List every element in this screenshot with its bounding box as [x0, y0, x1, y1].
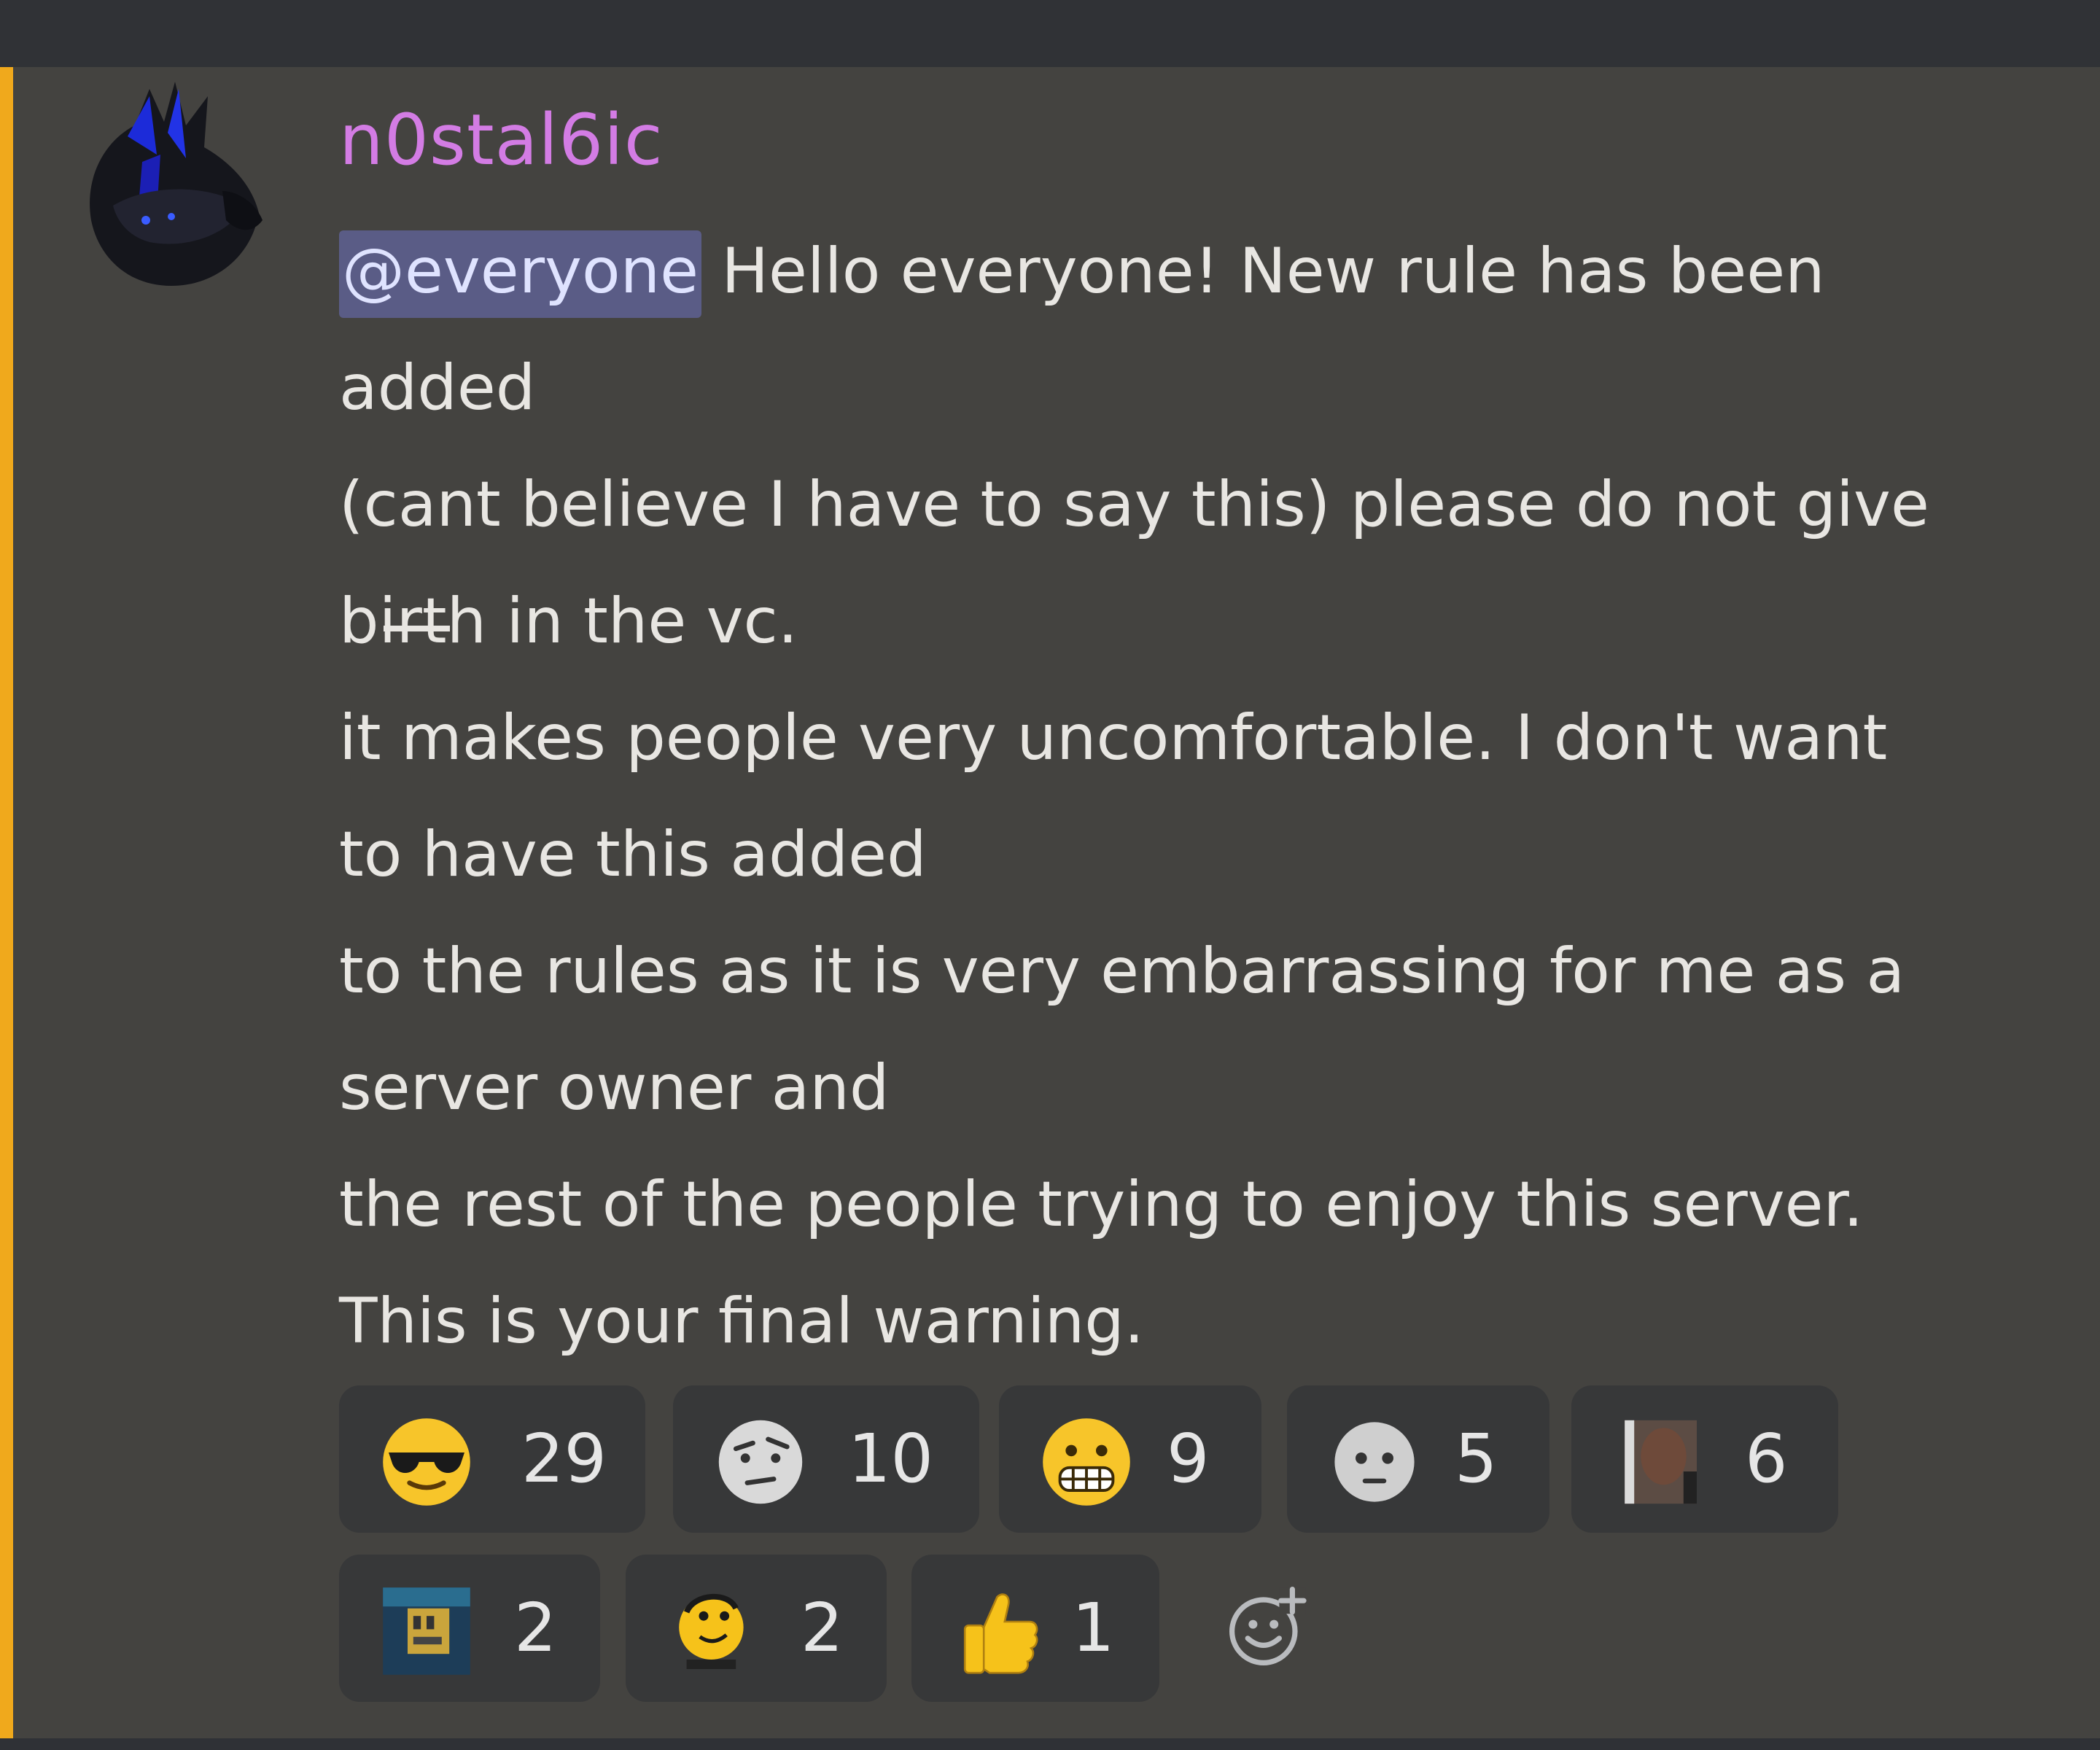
message-line-birth: birth in the vc.	[339, 563, 2060, 680]
top-bar	[0, 0, 2100, 67]
reaction-count: 5	[1455, 1420, 1498, 1498]
reaction-custom-image[interactable]: 2	[339, 1555, 600, 1702]
reaction-thumbs-up[interactable]: 1	[911, 1555, 1159, 1702]
everyone-mention[interactable]: @everyone	[339, 230, 701, 318]
photo-face-custom-icon	[1625, 1420, 1697, 1504]
reaction-custom-yellow[interactable]: 2	[626, 1555, 887, 1702]
message-content: @everyone Hello everyone! New rule has b…	[339, 213, 2060, 1380]
message-line: (cant believe I have to say this) please…	[339, 468, 1929, 541]
reaction-count: 1	[1072, 1589, 1115, 1667]
neutral-gray-face-icon	[1334, 1422, 1415, 1502]
reaction-count: 6	[1745, 1420, 1788, 1498]
message-line: it makes people very uncomfortable. I do…	[339, 701, 1888, 774]
message-line: This is your final warning.	[339, 1285, 1145, 1358]
reaction-neutral[interactable]: 5	[1287, 1385, 1549, 1533]
bottom-bar	[0, 1738, 2100, 1750]
grimacing-face-icon	[1043, 1418, 1130, 1506]
reaction-count: 2	[514, 1589, 557, 1667]
thumbs-up-icon	[963, 1593, 1038, 1674]
message-line: to the rules as it is very embarrassing …	[339, 935, 1905, 1008]
sunglasses-face-icon	[383, 1418, 470, 1506]
reaction-count: 9	[1167, 1420, 1210, 1498]
message-line: server owner and	[339, 1051, 890, 1124]
message-line: to have this added	[339, 818, 927, 891]
mention-highlight-bar	[0, 67, 13, 1738]
message-line: @everyone Hello everyone! New rule has b…	[339, 213, 2060, 330]
custom-yellow-face-icon	[679, 1593, 744, 1669]
message-container[interactable]: n0stal6ic @everyone Hello everyone! New …	[0, 67, 2100, 1738]
add-reaction-icon[interactable]	[1225, 1582, 1312, 1670]
reaction-count: 29	[521, 1420, 607, 1498]
reaction-grimacing[interactable]: 9	[999, 1385, 1261, 1533]
reaction-count: 2	[801, 1589, 844, 1667]
message-text: Hello everyone! New rule has been	[701, 235, 1825, 308]
custom-image-emoji-icon	[383, 1587, 470, 1675]
reaction-sunglasses[interactable]: 29	[339, 1385, 645, 1533]
strikethrough-text: irt	[378, 585, 447, 658]
reaction-count: 10	[848, 1420, 934, 1498]
text-fragment: b	[339, 585, 379, 658]
reaction-raised-eyebrow[interactable]: 10	[673, 1385, 979, 1533]
text-fragment: h in the vc.	[446, 585, 798, 658]
avatar[interactable]	[40, 67, 273, 300]
message-line: the rest of the people trying to enjoy t…	[339, 1168, 1864, 1241]
author-username[interactable]: n0stal6ic	[339, 96, 664, 184]
message-line: added	[339, 351, 536, 424]
reaction-photo-face[interactable]: 6	[1571, 1385, 1838, 1533]
raised-eyebrow-face-icon	[718, 1420, 803, 1504]
